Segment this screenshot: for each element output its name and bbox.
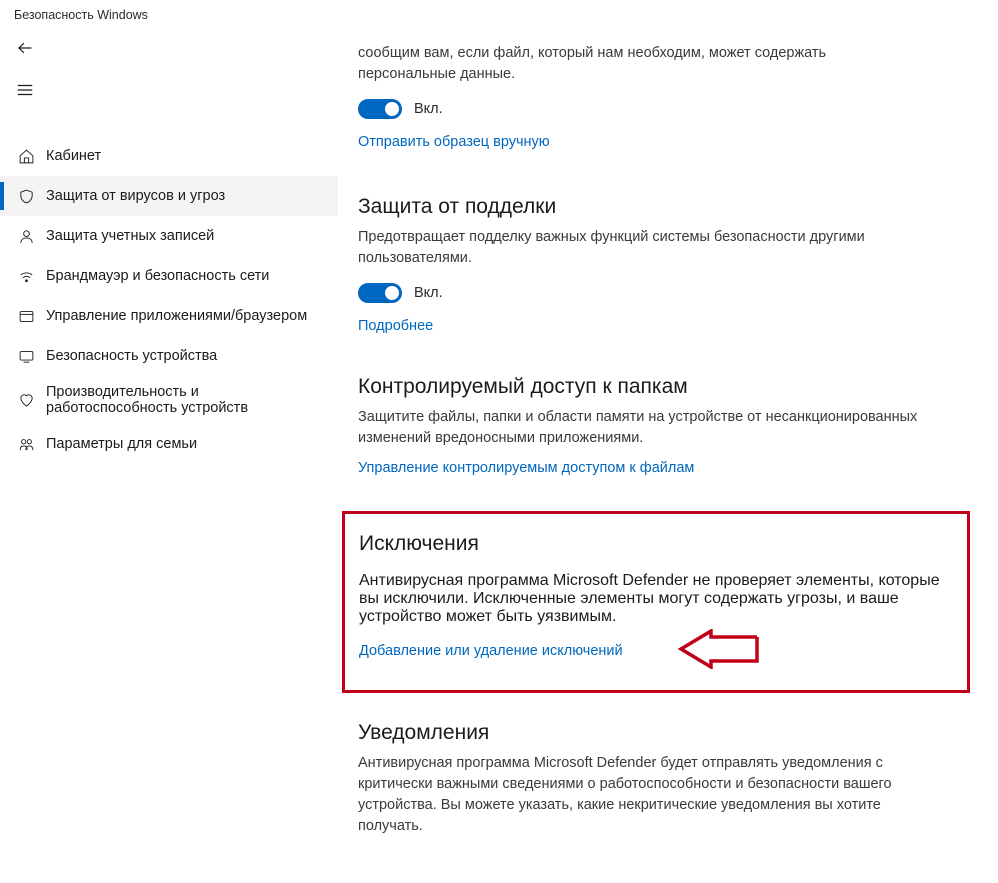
toggle-label: Вкл. [414,285,443,301]
family-icon [12,436,40,453]
sidebar-item-firewall[interactable]: Брандмауэр и безопасность сети [0,256,338,296]
notifications-desc: Антивирусная программа Microsoft Defende… [358,753,918,837]
sidebar-item-label: Кабинет [46,148,101,164]
folder-access-desc: Защитите файлы, папки и области памяти н… [358,407,918,449]
shield-icon [12,188,40,205]
folder-access-manage-link[interactable]: Управление контролируемым доступом к фай… [358,460,694,476]
tamper-protection-toggle[interactable] [358,283,402,303]
sidebar-item-family-options[interactable]: Параметры для семьи [0,424,338,464]
app-icon [12,308,40,325]
sidebar-item-label: Управление приложениями/браузером [46,308,307,324]
wifi-icon [12,268,40,285]
main-content: сообщим вам, если файл, который нам необ… [338,0,998,883]
home-icon [12,148,40,165]
sidebar-item-virus-protection[interactable]: Защита от вирусов и угроз [0,176,338,216]
add-remove-exclusions-link[interactable]: Добавление или удаление исключений [359,643,623,659]
sample-submit-intro: сообщим вам, если файл, который нам необ… [358,43,918,85]
toggle-label: Вкл. [414,101,443,117]
sidebar-item-home[interactable]: Кабинет [0,136,338,176]
sidebar-item-label: Защита учетных записей [46,228,214,244]
exclusions-highlight-annotation: Исключения Антивирусная программа Micros… [342,511,970,693]
folder-access-heading: Контролируемый доступ к папкам [358,375,970,399]
notifications-heading: Уведомления [358,721,970,745]
arrow-annotation-icon [639,629,759,674]
heart-icon [12,392,40,409]
person-icon [12,228,40,245]
tamper-protection-heading: Защита от подделки [358,195,970,219]
tamper-protection-desc: Предотвращает подделку важных функций си… [358,227,918,269]
exclusions-heading: Исключения [359,532,947,556]
window-title: Безопасность Windows [0,0,338,30]
sidebar-item-label: Производительность и работоспособность у… [46,384,306,416]
back-button[interactable] [0,30,338,70]
sidebar-item-app-browser-control[interactable]: Управление приложениями/браузером [0,296,338,336]
sidebar-item-label: Безопасность устройства [46,348,217,364]
back-arrow-icon [16,39,34,62]
exclusions-desc: Антивирусная программа Microsoft Defende… [359,572,947,626]
sidebar-item-label: Брандмауэр и безопасность сети [46,268,269,284]
sidebar-item-device-security[interactable]: Безопасность устройства [0,336,338,376]
sidebar-item-device-performance[interactable]: Производительность и работоспособность у… [0,376,338,424]
sample-submit-toggle[interactable] [358,99,402,119]
sidebar: Безопасность Windows [0,0,338,883]
tamper-learn-more-link[interactable]: Подробнее [358,318,433,334]
device-icon [12,348,40,365]
sidebar-item-label: Параметры для семьи [46,436,197,452]
nav-list: Кабинет Защита от вирусов и угроз Защита… [0,136,338,464]
sidebar-item-account-protection[interactable]: Защита учетных записей [0,216,338,256]
sidebar-item-label: Защита от вирусов и угроз [46,188,225,204]
hamburger-icon [16,81,34,104]
hamburger-menu-button[interactable] [0,70,338,114]
submit-sample-link[interactable]: Отправить образец вручную [358,134,550,150]
